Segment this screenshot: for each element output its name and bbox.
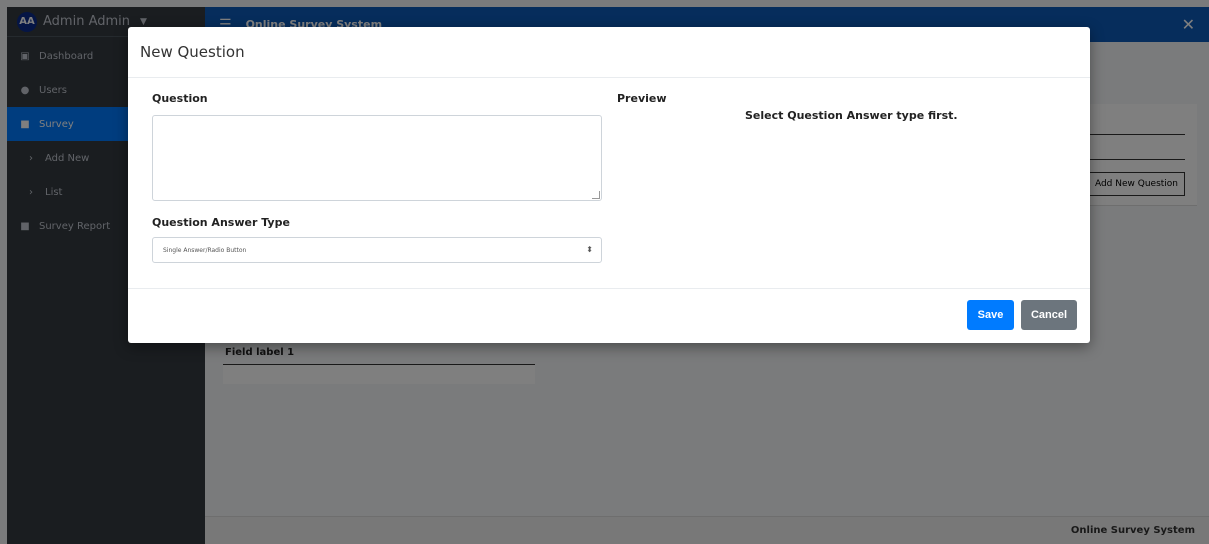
modal-title: New Question [140, 43, 245, 61]
modal-header: New Question [128, 27, 1090, 78]
cancel-button[interactable]: Cancel [1021, 300, 1077, 330]
question-textarea[interactable] [152, 115, 602, 201]
question-label: Question [152, 92, 208, 105]
modal-body: Question Question Answer Type Single Ans… [128, 78, 1090, 289]
answer-type-select[interactable]: Single Answer/Radio Button ⬍ [152, 237, 602, 263]
save-button[interactable]: Save [967, 300, 1014, 330]
answer-type-label: Question Answer Type [152, 216, 290, 229]
answer-type-value: Single Answer/Radio Button [163, 246, 247, 254]
modal-footer: Save Cancel [128, 289, 1090, 343]
select-arrows-icon: ⬍ [586, 245, 593, 254]
preview-label: Preview [617, 92, 667, 105]
new-question-modal: New Question Question Question Answer Ty… [128, 27, 1090, 343]
resize-handle-icon[interactable] [592, 191, 600, 199]
preview-message: Select Question Answer type first. [745, 109, 958, 122]
